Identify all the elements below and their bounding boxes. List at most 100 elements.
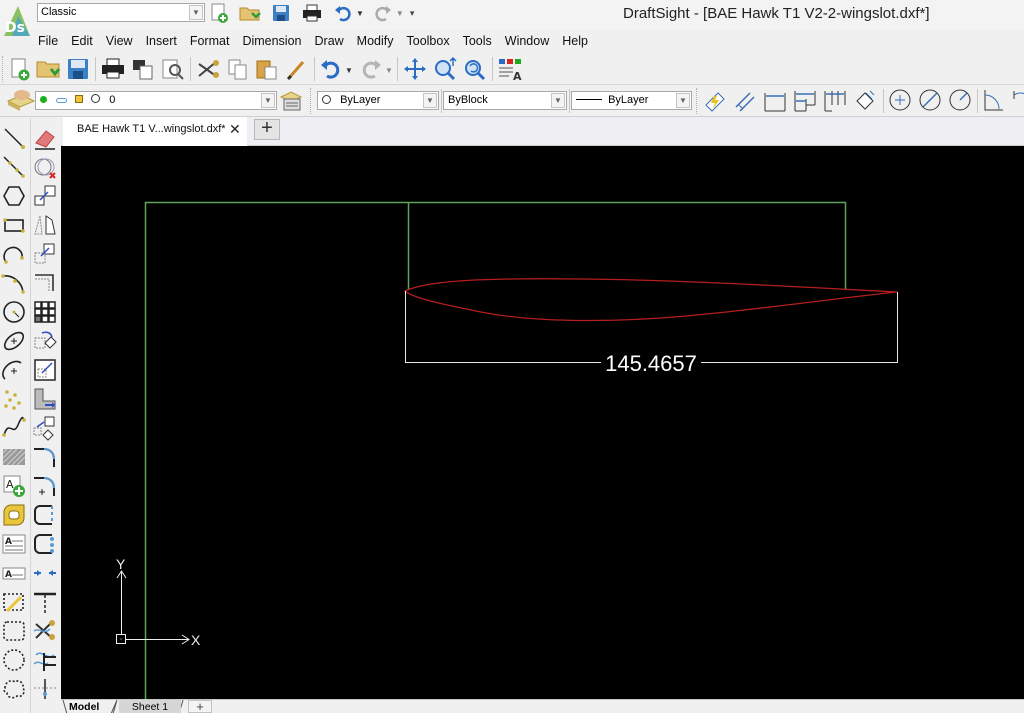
arc-3point-icon[interactable]: [1, 270, 27, 296]
revision-cloud-icon[interactable]: [1, 589, 27, 615]
redo-dropdown-icon[interactable]: ▼: [396, 9, 404, 18]
format-painter-icon[interactable]: [284, 56, 310, 82]
redo-dropdown-icon[interactable]: ▼: [385, 66, 393, 75]
open-icon[interactable]: [36, 56, 62, 82]
paste-icon[interactable]: [254, 56, 280, 82]
note-icon[interactable]: A: [1, 531, 27, 557]
trim-icon[interactable]: [32, 618, 58, 644]
offset-icon[interactable]: [32, 241, 58, 267]
aligned-dimension-icon[interactable]: [732, 87, 758, 113]
delete-duplicates-icon[interactable]: [32, 154, 58, 180]
layer-manager-icon[interactable]: A: [497, 56, 523, 82]
ellipse-icon[interactable]: [1, 328, 27, 354]
chamfer-icon[interactable]: [32, 473, 58, 499]
menu-modify[interactable]: Modify: [357, 34, 394, 52]
open-icon[interactable]: [239, 3, 261, 23]
layer-lock-icon[interactable]: [75, 95, 84, 103]
cloud-freehand-icon[interactable]: [1, 676, 27, 702]
smart-dimension-icon[interactable]: [702, 87, 728, 113]
redo-icon[interactable]: [372, 3, 394, 23]
workspace-select[interactable]: Classic ▼: [37, 3, 205, 22]
elliptical-arc-icon[interactable]: [1, 357, 27, 383]
menu-window[interactable]: Window: [505, 34, 549, 52]
layer-on-icon[interactable]: [40, 96, 47, 103]
cloud-rect-icon[interactable]: [1, 618, 27, 644]
color-select[interactable]: ByLayer ▼: [317, 91, 439, 110]
arc-length-icon[interactable]: [1011, 87, 1024, 113]
menu-toolbox[interactable]: Toolbox: [407, 34, 450, 52]
point-icon[interactable]: [1, 386, 27, 412]
layer-freeze-icon[interactable]: [56, 98, 68, 103]
diameter-dimension-icon[interactable]: [917, 87, 943, 113]
print-icon[interactable]: [301, 3, 323, 23]
chevron-down-icon[interactable]: ▼: [261, 93, 275, 108]
document-tab[interactable]: BAE Hawk T1 V...wingslot.dxf* ✕: [63, 117, 247, 146]
menu-tools[interactable]: Tools: [463, 34, 492, 52]
layer-color-icon[interactable]: [91, 94, 101, 103]
rotate-icon[interactable]: [32, 357, 58, 383]
break-icon[interactable]: [32, 531, 58, 557]
sheet1-tab[interactable]: Sheet 1: [119, 700, 181, 713]
erase-icon[interactable]: [32, 125, 58, 151]
menu-format[interactable]: Format: [190, 34, 230, 52]
ordinate-dimension-icon[interactable]: [852, 87, 878, 113]
close-tab-icon[interactable]: ✕: [229, 117, 241, 141]
drawing-canvas[interactable]: 145.4657 Y X: [61, 146, 1024, 699]
copy-icon[interactable]: [32, 183, 58, 209]
mirror-icon[interactable]: [32, 212, 58, 238]
new-icon[interactable]: [208, 3, 230, 23]
break-at-point-icon[interactable]: [32, 560, 58, 586]
cloud-circle-icon[interactable]: [1, 647, 27, 673]
cut-icon[interactable]: [195, 56, 221, 82]
pattern-icon[interactable]: [32, 270, 58, 296]
print-preview-icon[interactable]: [130, 56, 156, 82]
arc-icon[interactable]: [1, 241, 27, 267]
save-icon[interactable]: [65, 56, 91, 82]
radius-dimension-icon[interactable]: [947, 87, 973, 113]
new-icon[interactable]: [7, 56, 33, 82]
toolbar-grip[interactable]: [310, 88, 313, 114]
dimension-value-text[interactable]: 145.4657: [605, 351, 697, 376]
undo-dropdown-icon[interactable]: ▼: [356, 9, 364, 18]
extend-icon[interactable]: [32, 647, 58, 673]
chevron-down-icon[interactable]: ▼: [551, 93, 565, 108]
line-icon[interactable]: [1, 125, 27, 151]
toolbar-grip[interactable]: [2, 56, 5, 82]
linestyle-select[interactable]: ByBlock ▼: [443, 91, 567, 110]
join-icon[interactable]: [32, 589, 58, 615]
rectangle-icon[interactable]: [1, 212, 27, 238]
insert-block-icon[interactable]: A: [1, 473, 27, 499]
toolbar-grip[interactable]: [696, 88, 699, 114]
angular-dimension-icon[interactable]: [981, 87, 1007, 113]
spline-icon[interactable]: [1, 415, 27, 441]
redo-icon[interactable]: [358, 56, 384, 82]
continue-dimension-icon[interactable]: [822, 87, 848, 113]
green-frame-outline[interactable]: [144, 201, 847, 700]
scale-icon[interactable]: [32, 386, 58, 412]
undo-icon[interactable]: [332, 3, 354, 23]
model-tab[interactable]: Model: [69, 700, 99, 713]
menu-draw[interactable]: Draw: [315, 34, 344, 52]
chevron-down-icon[interactable]: ▼: [423, 93, 437, 108]
polyline-icon[interactable]: [1, 154, 27, 180]
print-icon[interactable]: [100, 56, 126, 82]
customize-quick-access-icon[interactable]: ▾: [410, 8, 415, 19]
undo-dropdown-icon[interactable]: ▼: [345, 66, 353, 75]
region-icon[interactable]: [1, 502, 27, 528]
save-icon[interactable]: [270, 3, 292, 23]
pan-icon[interactable]: [402, 56, 428, 82]
menu-file[interactable]: File: [38, 34, 58, 52]
chevron-down-icon[interactable]: ▼: [676, 93, 690, 108]
menu-help[interactable]: Help: [562, 34, 588, 52]
menu-dimension[interactable]: Dimension: [242, 34, 301, 52]
layer-state-icon[interactable]: [6, 87, 36, 113]
stretch-icon[interactable]: [32, 415, 58, 441]
zoom-previous-icon[interactable]: [462, 56, 488, 82]
add-sheet-button[interactable]: +: [188, 700, 212, 713]
new-tab-button[interactable]: +: [254, 118, 280, 140]
center-mark-icon[interactable]: [887, 87, 913, 113]
menu-insert[interactable]: Insert: [146, 34, 177, 52]
airfoil-profile[interactable]: [403, 278, 898, 322]
hatch-icon[interactable]: [1, 444, 27, 470]
simple-note-icon[interactable]: A: [1, 560, 27, 586]
